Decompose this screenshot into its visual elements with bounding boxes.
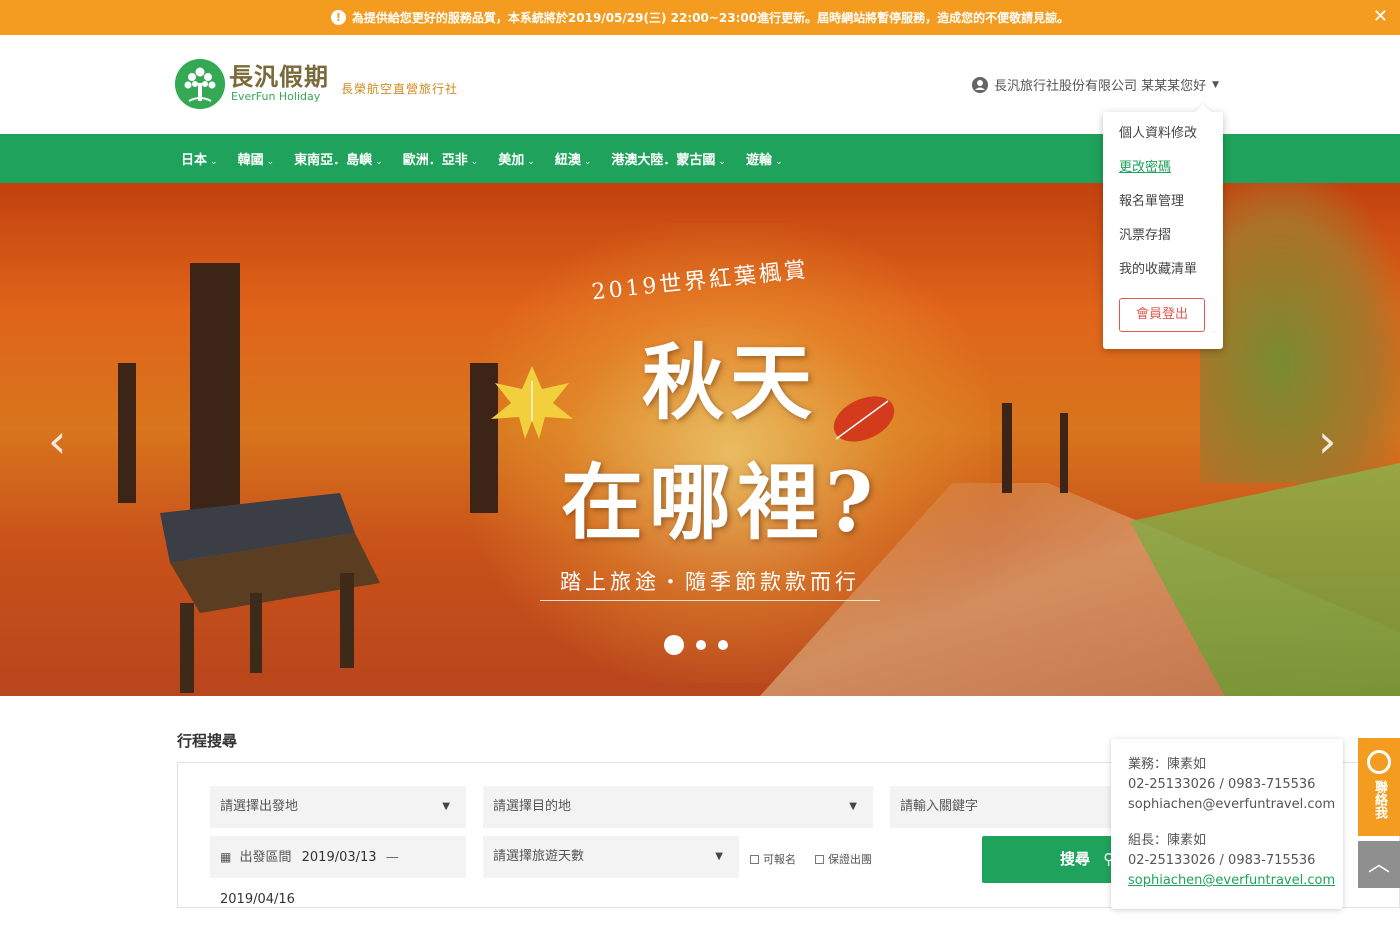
search-section-title: 行程搜尋 xyxy=(177,732,238,750)
tree-logo-icon xyxy=(175,59,225,109)
contact-card: 業務：陳素如 02-25133026 / 0983-715536 sophiac… xyxy=(1111,739,1343,909)
chevron-down-icon: ⌄ xyxy=(527,157,535,167)
nav-item-america[interactable]: 美加 ⌄ xyxy=(498,149,535,168)
destination-select[interactable]: 請選擇目的地 ▼ xyxy=(483,786,873,828)
chevron-down-icon: ⌄ xyxy=(583,157,592,167)
menu-item-change-password[interactable]: 更改密碼 xyxy=(1103,154,1223,188)
carousel-dot-active[interactable] xyxy=(664,635,684,655)
notice-text: 為提供給您更好的服務品質，本系統將於2019/05/29(三) 22:00~23… xyxy=(351,11,1070,25)
leader-email-link[interactable]: sophiachen@everfuntravel.com xyxy=(1128,873,1335,888)
menu-item-profile[interactable]: 個人資料修改 xyxy=(1103,120,1223,154)
carousel-dot[interactable] xyxy=(718,640,728,650)
caret-down-icon: ▼ xyxy=(1212,79,1220,90)
calendar-icon: ▦ xyxy=(220,850,232,864)
nav-item-korea[interactable]: 韓國 ⌄ xyxy=(238,149,275,168)
chevron-down-icon: ⌄ xyxy=(470,157,479,167)
brand-name: 長汎假期 xyxy=(229,63,329,91)
hero-headline: 秋天 在哪裡? xyxy=(560,335,880,551)
close-icon[interactable]: ✕ xyxy=(1373,7,1388,27)
user-menu-toggle[interactable]: 長汎旅行社股份有限公司 某某某您好 ▼ xyxy=(972,75,1219,94)
keyword-input[interactable]: 請輸入關鍵字 xyxy=(890,786,1112,828)
brand-name-en: EverFun Holiday xyxy=(231,90,321,103)
bench-illustration xyxy=(160,493,380,693)
nav-item-china[interactable]: 港澳大陸．蒙古國 ⌄ xyxy=(611,149,726,168)
leader-phone: 02-25133026 / 0983-715536 xyxy=(1128,853,1316,868)
back-to-top-button[interactable]: ︿ xyxy=(1358,841,1400,888)
guaranteed-checkbox[interactable]: 保證出團 xyxy=(815,851,872,867)
user-icon xyxy=(972,76,988,93)
date-range-field[interactable]: ▦ 出發區間 2019/03/13 — 2019/04/16 xyxy=(210,836,466,907)
leader-label: 組長：陳素如 xyxy=(1128,833,1207,848)
user-greeting: 長汎旅行社股份有限公司 某某某您好 xyxy=(994,79,1207,94)
menu-item-orders[interactable]: 報名單管理 xyxy=(1103,188,1223,222)
logout-button[interactable]: 會員登出 xyxy=(1119,298,1205,332)
available-checkbox[interactable]: 可報名 xyxy=(750,851,796,867)
carousel-next-icon[interactable]: › xyxy=(1318,418,1336,464)
chevron-down-icon: ⌄ xyxy=(210,157,218,167)
caret-down-icon: ▼ xyxy=(849,801,857,812)
chevron-down-icon: ⌄ xyxy=(375,157,383,167)
sales-email: sophiachen@everfuntravel.com xyxy=(1128,797,1336,812)
sales-phone: 02-25133026 / 0983-715536 xyxy=(1128,777,1316,792)
brand-logo[interactable]: 長汎假期 EverFun Holiday 長榮航空直營旅行社 xyxy=(175,59,458,109)
headset-icon xyxy=(1367,750,1391,774)
chevron-down-icon: ⌄ xyxy=(266,157,275,167)
chevron-down-icon: ⌄ xyxy=(718,157,726,167)
nav-item-cruise[interactable]: 遊輪 ⌄ xyxy=(746,149,783,168)
nav-item-europe[interactable]: 歐洲．亞非 ⌄ xyxy=(403,149,479,168)
notice-bar: ! 為提供給您更好的服務品質，本系統將於2019/05/29(三) 22:00~… xyxy=(0,0,1400,35)
chevron-down-icon: ⌄ xyxy=(774,157,783,167)
carousel-dot[interactable] xyxy=(696,640,706,650)
caret-down-icon: ▼ xyxy=(715,851,723,862)
caret-down-icon: ▼ xyxy=(442,801,450,812)
departure-select[interactable]: 請選擇出發地 ▼ xyxy=(210,786,466,828)
menu-item-favorites[interactable]: 我的收藏清單 xyxy=(1103,256,1223,290)
contact-me-button[interactable]: 聯絡我 xyxy=(1358,738,1400,836)
carousel-prev-icon[interactable]: ‹ xyxy=(48,418,66,464)
date-from[interactable]: 2019/03/13 xyxy=(302,850,377,865)
alert-icon: ! xyxy=(330,10,346,25)
sales-label: 業務：陳素如 xyxy=(1128,757,1207,772)
carousel-dots xyxy=(664,635,740,655)
user-dropdown-menu: 個人資料修改 更改密碼 報名單管理 汎票存摺 我的收藏清單 會員登出 xyxy=(1103,112,1223,349)
hero-subline: 踏上旅途‧隨季節款款而行 xyxy=(540,566,880,601)
menu-item-ticket-book[interactable]: 汎票存摺 xyxy=(1103,222,1223,256)
days-select[interactable]: 請選擇旅遊天數 ▼ xyxy=(483,836,739,878)
brand-tagline: 長榮航空直營旅行社 xyxy=(341,81,459,96)
date-to[interactable]: 2019/04/16 xyxy=(220,892,295,907)
nav-item-japan[interactable]: 日本 ⌄ xyxy=(181,149,218,168)
contact-me-label: 聯絡我 xyxy=(1372,779,1387,819)
nav-item-oceania[interactable]: 紐澳 ⌄ xyxy=(555,149,592,168)
nav-item-southeast-asia[interactable]: 東南亞．島嶼 ⌄ xyxy=(294,149,383,168)
